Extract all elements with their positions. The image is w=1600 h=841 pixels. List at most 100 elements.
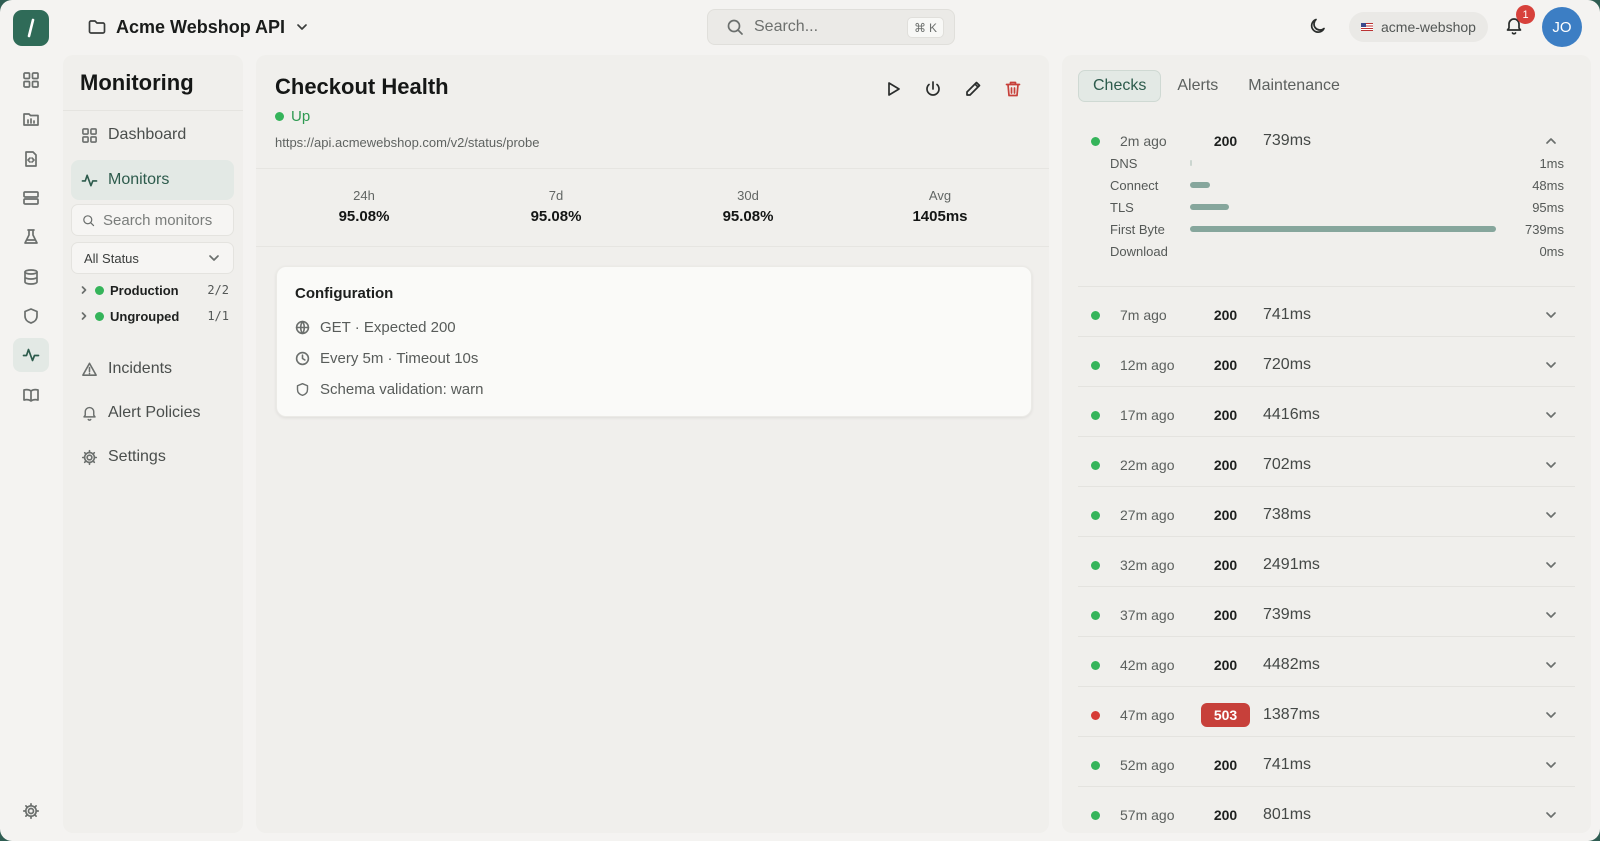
status-dot: [1091, 760, 1100, 770]
nav-settings[interactable]: Settings: [71, 437, 234, 477]
chevron-down-icon[interactable]: [1544, 708, 1558, 722]
chevron-down-icon[interactable]: [1544, 508, 1558, 522]
rail-docs[interactable]: [13, 378, 49, 412]
check-row[interactable]: 52m ago 200 741ms: [1078, 745, 1575, 785]
chevron-down-icon[interactable]: [1544, 558, 1558, 572]
monitoring-sidebar: Monitoring Dashboard Monitors All Status…: [63, 55, 243, 833]
status-code-badge: 200: [1213, 607, 1238, 623]
stat-value: 95.08%: [722, 208, 774, 225]
stat-label: 30d: [737, 188, 759, 203]
status-filter-select[interactable]: All Status: [71, 242, 234, 274]
monitor-detail-panel: Checkout Health Up https://api.acmewebsh…: [256, 55, 1049, 833]
shortcut-key: K: [928, 20, 937, 35]
nav-monitors[interactable]: Monitors: [71, 160, 234, 200]
check-row[interactable]: 7m ago 200 741ms: [1078, 295, 1575, 335]
divider: [256, 246, 1049, 247]
chevron-down-icon[interactable]: [1544, 808, 1558, 822]
rail-servers[interactable]: [13, 181, 49, 215]
check-row[interactable]: 47m ago 503 1387ms: [1078, 695, 1575, 735]
monitor-search-input[interactable]: [103, 211, 213, 229]
chevron-down-icon[interactable]: [1544, 458, 1558, 472]
tab-maintenance[interactable]: Maintenance: [1234, 70, 1354, 102]
response-time: 1387ms: [1263, 706, 1320, 723]
monitor-search[interactable]: [71, 204, 234, 236]
theme-toggle[interactable]: [1308, 16, 1328, 36]
stat-30d: 30d 95.08%: [688, 188, 808, 225]
stat-value: 95.08%: [530, 208, 582, 225]
app-logo[interactable]: [13, 10, 49, 46]
check-row[interactable]: 22m ago 200 702ms: [1078, 445, 1575, 485]
check-row[interactable]: 37m ago 200 739ms: [1078, 595, 1575, 635]
status-code-badge: 503: [1201, 703, 1250, 727]
stat-value: 95.08%: [338, 208, 390, 225]
nav-alert-policies[interactable]: Alert Policies: [71, 393, 234, 433]
chevron-down-icon[interactable]: [1544, 358, 1558, 372]
chevron-down-icon[interactable]: [1544, 408, 1558, 422]
status-dot: [1091, 560, 1100, 570]
tab-checks[interactable]: Checks: [1078, 70, 1162, 102]
response-time: 720ms: [1263, 356, 1312, 373]
rail-reports[interactable]: [13, 102, 49, 136]
divider: [1078, 636, 1575, 637]
project-switcher[interactable]: Acme Webshop API: [88, 14, 309, 40]
monitor-group-ungrouped[interactable]: Ungrouped 1/1: [79, 305, 229, 327]
delete-monitor-button[interactable]: [1004, 80, 1022, 98]
timing-label: Connect: [1110, 177, 1159, 193]
edit-monitor-button[interactable]: [964, 80, 982, 98]
monitor-group-production[interactable]: Production 2/2: [79, 279, 229, 301]
divider: [1078, 336, 1575, 337]
run-check-button[interactable]: [884, 80, 902, 98]
rail-monitoring[interactable]: [13, 338, 49, 372]
timing-bar: [1190, 226, 1496, 232]
check-row[interactable]: 57m ago 200 801ms: [1078, 795, 1575, 833]
chevron-up-icon[interactable]: [1544, 134, 1558, 148]
check-row[interactable]: 32m ago 200 2491ms: [1078, 545, 1575, 585]
sidebar-title: Monitoring: [80, 70, 194, 95]
response-time: 702ms: [1263, 456, 1312, 473]
timing-label: Download: [1110, 243, 1168, 259]
check-row[interactable]: 17m ago 200 4416ms: [1078, 395, 1575, 435]
divider: [256, 168, 1049, 169]
timing-value: 95ms: [1532, 199, 1564, 215]
chevron-down-icon[interactable]: [1544, 308, 1558, 322]
checks-tabs: Checks Alerts Maintenance: [1078, 70, 1354, 102]
configuration-title: Configuration: [295, 285, 394, 302]
user-avatar[interactable]: JO: [1542, 7, 1582, 47]
timing-value: 1ms: [1539, 155, 1564, 171]
chevron-down-icon[interactable]: [1544, 658, 1558, 672]
rail-dashboard[interactable]: [13, 63, 49, 97]
config-schema-text: Schema validation: warn: [320, 381, 484, 398]
nav-dashboard[interactable]: Dashboard: [71, 115, 234, 155]
chevron-down-icon[interactable]: [1544, 758, 1558, 772]
check-row[interactable]: 42m ago 200 4482ms: [1078, 645, 1575, 685]
activity-icon: [22, 346, 40, 364]
chevron-down-icon: [295, 20, 309, 34]
status-dot: [1091, 710, 1100, 720]
database-icon: [22, 268, 40, 286]
nav-label: Settings: [108, 448, 166, 465]
rail-settings[interactable]: [13, 794, 49, 828]
command-key-icon: ⌘: [913, 20, 926, 35]
check-row[interactable]: 12m ago 200 720ms: [1078, 345, 1575, 385]
divider: [1078, 436, 1575, 437]
rail-data[interactable]: [13, 260, 49, 294]
play-icon: [884, 80, 902, 98]
global-search[interactable]: Search... ⌘ K: [707, 9, 955, 45]
gear-icon: [22, 802, 40, 820]
book-icon: [22, 386, 40, 404]
chevron-down-icon[interactable]: [1544, 608, 1558, 622]
check-time: 42m ago: [1120, 657, 1175, 673]
configuration-card: Configuration GET · Expected 200 Every 5…: [276, 266, 1032, 417]
rail-api[interactable]: [13, 142, 49, 176]
nav-incidents[interactable]: Incidents: [71, 349, 234, 389]
config-schema: Schema validation: warn: [295, 381, 483, 398]
timing-row: Download 0ms: [1110, 241, 1564, 261]
rail-security[interactable]: [13, 299, 49, 333]
check-row[interactable]: 27m ago 200 738ms: [1078, 495, 1575, 535]
toggle-monitor-button[interactable]: [924, 80, 942, 98]
status-code-badge: 200: [1213, 507, 1238, 523]
tab-alerts[interactable]: Alerts: [1163, 70, 1232, 102]
rail-tests[interactable]: [13, 220, 49, 254]
tenant-selector[interactable]: acme-webshop: [1349, 12, 1488, 42]
status-code-badge: 200: [1213, 357, 1238, 373]
